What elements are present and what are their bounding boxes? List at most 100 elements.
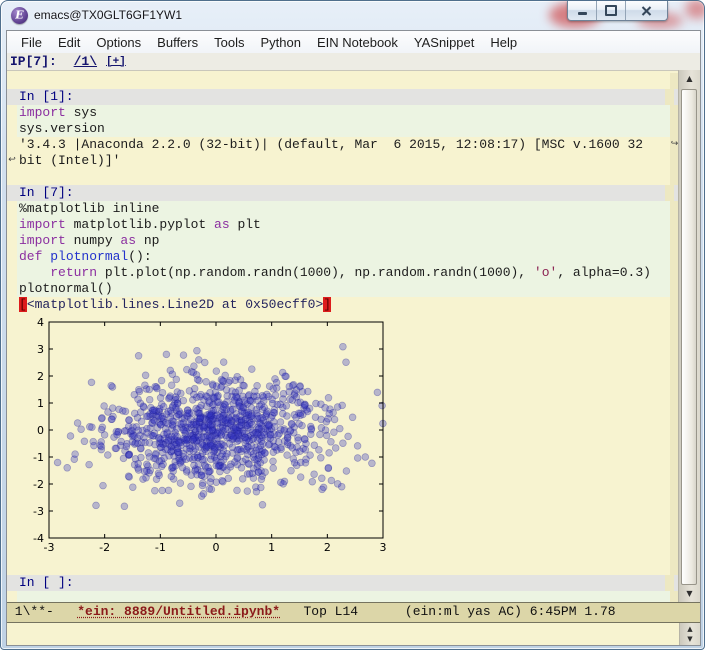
svg-text:-3: -3 [33, 505, 44, 518]
left-fringe [7, 137, 17, 153]
menu-item-file[interactable]: File [13, 33, 50, 52]
menu-item-yasnippet[interactable]: YASnippet [406, 33, 482, 52]
close-icon [641, 5, 652, 16]
buffer-line-code[interactable] [7, 591, 679, 602]
left-fringe [7, 297, 17, 313]
scrollbar-thumb[interactable] [681, 89, 697, 585]
buffer-line-code[interactable]: %matplotlib inline [7, 201, 679, 217]
left-fringe [7, 591, 17, 602]
modeline-modes: (ein:ml yas AC) [404, 604, 522, 619]
modeline-load-average: 1.78 [584, 604, 616, 619]
menu-item-options[interactable]: Options [88, 33, 149, 52]
buffer-line-code[interactable]: import sys [7, 105, 679, 121]
code-token: numpy [65, 233, 121, 248]
left-fringe [7, 185, 17, 201]
minimize-icon [577, 12, 587, 15]
notebook-sheet-link[interactable]: /1\ [74, 54, 97, 69]
svg-text:0: 0 [37, 424, 44, 437]
new-sheet-link[interactable]: [+] [106, 56, 126, 68]
cell-prompt: In [1]: [19, 89, 79, 104]
code-token: , alpha=0.3) [557, 265, 651, 280]
code-token: (): [128, 249, 152, 264]
notebook-buffer[interactable]: In [1]: import sys sys.version '3.4.3 |Anac… [7, 70, 679, 602]
code-token: %matplotlib inline [19, 201, 160, 216]
buffer-line-code[interactable]: return plt.plot(np.random.randn(1000), n… [7, 265, 679, 281]
vertical-scrollbar[interactable]: ▲ ▼ [678, 70, 700, 602]
left-fringe [7, 281, 17, 297]
buffer-line-blank[interactable] [7, 73, 679, 89]
buffer-line-blank[interactable] [7, 169, 679, 185]
svg-text:2: 2 [37, 370, 44, 383]
minibuffer-scroll-up-arrow[interactable]: ▲ [687, 625, 692, 633]
code-token: np [136, 233, 160, 248]
svg-text:-2: -2 [99, 541, 110, 554]
svg-text:4: 4 [37, 316, 44, 329]
code-token: as [214, 217, 230, 232]
menu-item-python[interactable]: Python [252, 33, 308, 52]
buffer-line-code[interactable]: def plotnormal(): [7, 249, 679, 265]
left-fringe [7, 249, 17, 265]
menu-item-ein-notebook[interactable]: EIN Notebook [309, 33, 406, 52]
minibuffer-scroll-down-arrow[interactable]: ▼ [687, 635, 692, 643]
menu-item-tools[interactable]: Tools [206, 33, 252, 52]
left-fringe [7, 217, 17, 233]
code-token: '3.4.3 |Anaconda 2.2.0 (32-bit)| (defaul… [19, 137, 644, 152]
modeline-flags: 1\**- [7, 604, 78, 619]
scrollbar-down-arrow[interactable]: ▼ [679, 588, 700, 600]
cell-prompt: In [ ]: [19, 575, 79, 590]
left-fringe [7, 265, 17, 281]
left-fringe [7, 105, 17, 121]
buffer-line-prompt[interactable]: In [1]: [7, 89, 679, 105]
buffer-line-code[interactable]: import matplotlib.pyplot as plt [7, 217, 679, 233]
code-token: as [120, 233, 137, 248]
buffer-line-code[interactable]: plotnormal() [7, 281, 679, 297]
titlebar[interactable]: E emacs@TX0GLT6GF1YW1 [1, 1, 704, 30]
left-fringe [7, 201, 17, 217]
close-button[interactable] [626, 1, 667, 20]
left-fringe [7, 559, 17, 575]
code-token: sys [65, 105, 98, 120]
scrollbar-up-arrow[interactable]: ▲ [679, 73, 700, 85]
left-fringe [7, 89, 17, 105]
buffer-line-output[interactable]: '3.4.3 |Anaconda 2.2.0 (32-bit)| (defaul… [7, 137, 679, 153]
code-token: plotnormal() [19, 281, 113, 296]
mode-line[interactable]: 1\**- *ein: 8889/Untitled.ipynb* Top L14… [7, 602, 700, 623]
minimize-button[interactable] [568, 1, 597, 20]
menu-item-help[interactable]: Help [482, 33, 525, 52]
menu-item-edit[interactable]: Edit [50, 33, 88, 52]
menu-item-buffers[interactable]: Buffers [149, 33, 206, 52]
code-token: matplotlib.pyplot [65, 217, 215, 232]
buffer-line-figure[interactable]: -3 -2 -1 0 1 2 3 -4 -3 -2 -1 0 1 2 3 4 [7, 313, 679, 559]
svg-text:-1: -1 [33, 451, 44, 464]
svg-text:1: 1 [268, 541, 275, 554]
buffer-line-code[interactable]: import numpy as np [7, 233, 679, 249]
code-token: import [19, 233, 66, 248]
svg-text:1: 1 [37, 397, 44, 410]
cell-prompt: In [7]: [19, 185, 79, 200]
glass-reflection [685, 1, 704, 19]
echo-area[interactable]: ▲ ▼ [7, 623, 700, 645]
svg-text:2: 2 [324, 541, 331, 554]
code-token: import [19, 217, 66, 232]
code-token: import [19, 105, 66, 120]
code-token: bit (Intel)]' [19, 153, 121, 168]
svg-text:-3: -3 [44, 541, 55, 554]
header-prefix: IP[7]: [10, 54, 65, 69]
minibuffer-scrollbar[interactable]: ▲ ▼ [679, 623, 700, 645]
buffer-line-code[interactable]: sys.version [7, 121, 679, 137]
right-fringe [665, 575, 674, 591]
buffer-line-output[interactable]: [<matplotlib.lines.Line2D at 0x50ecff0>] [7, 297, 679, 313]
menu-bar: File Edit Options Buffers Tools Python EIN Not… [7, 31, 700, 54]
svg-text:3: 3 [37, 343, 44, 356]
svg-text:-4: -4 [33, 532, 44, 545]
window-title: emacs@TX0GLT6GF1YW1 [34, 8, 182, 22]
maximize-icon [605, 5, 617, 16]
code-token: [ [19, 297, 27, 312]
buffer-line-blank[interactable] [7, 559, 679, 575]
buffer-line-prompt[interactable]: In [ ]: [7, 575, 679, 591]
buffer-line-prompt[interactable]: In [7]: [7, 185, 679, 201]
buffer-line-output[interactable]: ↩ bit (Intel)]' [7, 153, 679, 169]
modeline-clock: 6:45PM [521, 604, 585, 619]
maximize-button[interactable] [597, 1, 626, 20]
